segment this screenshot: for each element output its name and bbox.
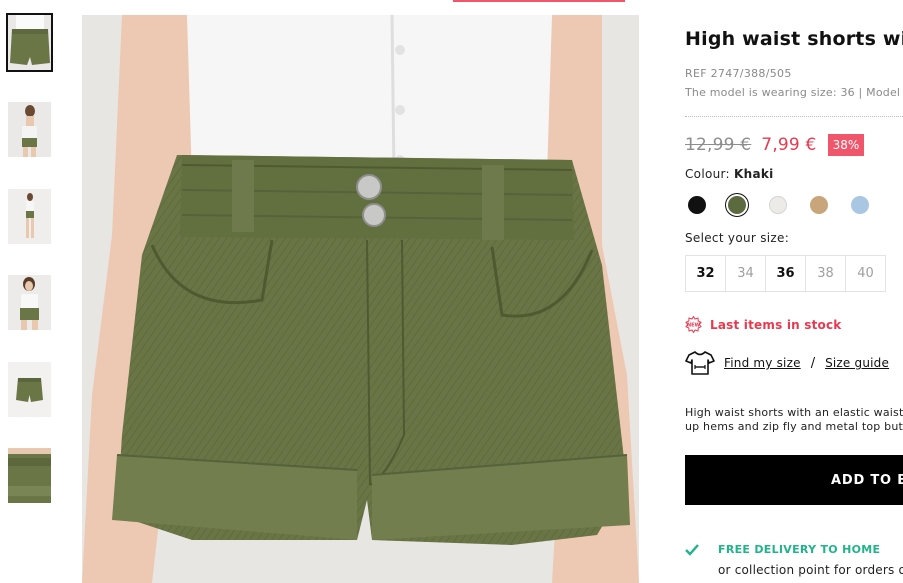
- size-option-38[interactable]: 38: [805, 255, 846, 292]
- thumbnail-flat-lay[interactable]: [8, 362, 51, 417]
- main-product-image[interactable]: [82, 15, 639, 583]
- add-to-bag-button[interactable]: ADD TO BA: [685, 455, 903, 505]
- description-line: High waist shorts with an elastic waist: [685, 406, 903, 419]
- thumbnail-detail[interactable]: [8, 448, 51, 503]
- sale-price: 7,99 €: [761, 135, 817, 155]
- product-info-panel: High waist shorts with e REF 2747/388/50…: [685, 0, 903, 583]
- new-badge-icon: NEW: [685, 316, 702, 333]
- product-photo: [82, 15, 639, 583]
- size-guide-link[interactable]: Size guide: [825, 356, 889, 370]
- selected-colour-name: Khaki: [734, 167, 774, 181]
- fit-links: Find my size / Size guide: [685, 350, 889, 376]
- thumbnail-front-closeup[interactable]: [6, 13, 53, 72]
- thumbnail-image: [8, 448, 51, 503]
- size-option-32[interactable]: 32: [685, 255, 726, 292]
- colour-swatch-white[interactable]: [769, 196, 787, 214]
- price-row: 12,99 € 7,99 € 38%: [685, 134, 865, 156]
- colour-swatch-black[interactable]: [688, 196, 706, 214]
- thumbnail-image: [8, 102, 51, 157]
- stock-status: NEW Last items in stock: [685, 316, 841, 333]
- model-size-info: The model is wearing size: 36 | Model h: [685, 86, 903, 99]
- find-my-size-link[interactable]: Find my size: [724, 356, 801, 370]
- divider: [685, 116, 903, 117]
- delivery-subtitle: or collection point for orders o: [718, 563, 903, 577]
- colour-swatches: [685, 193, 903, 215]
- thumbnail-image: [8, 15, 51, 70]
- product-title: High waist shorts with e: [685, 28, 903, 50]
- description-line: up hems and zip fly and metal top butt: [685, 420, 903, 433]
- discount-badge: 38%: [827, 134, 865, 156]
- size-selector: 32 34 36 38 40: [685, 255, 886, 292]
- thumbnail-full-body[interactable]: [8, 189, 51, 244]
- thumbnail-torso[interactable]: [8, 275, 51, 330]
- thumbnail-image: [8, 189, 51, 244]
- thumbnail-image: [8, 362, 51, 417]
- colour-swatch-light-blue[interactable]: [851, 196, 869, 214]
- delivery-title: FREE DELIVERY TO HOME: [718, 543, 881, 556]
- stock-status-text: Last items in stock: [710, 317, 842, 332]
- product-reference: REF 2747/388/505: [685, 67, 792, 80]
- thumbnail-back-view[interactable]: [8, 102, 51, 157]
- original-price: 12,99 €: [685, 135, 752, 155]
- size-option-36[interactable]: 36: [765, 255, 806, 292]
- thumbnail-image: [8, 275, 51, 330]
- colour-label-text: Colour:: [685, 167, 730, 181]
- colour-swatch-camel[interactable]: [810, 196, 828, 214]
- top-accent-bar: [453, 0, 625, 2]
- size-label: Select your size:: [685, 231, 790, 245]
- size-option-34[interactable]: 34: [725, 255, 766, 292]
- size-option-40[interactable]: 40: [845, 255, 886, 292]
- svg-text:NEW: NEW: [687, 323, 701, 329]
- check-icon: [685, 544, 699, 556]
- tshirt-size-icon: [685, 351, 715, 375]
- colour-label: Colour: Khaki: [685, 167, 774, 181]
- product-description: High waist shorts with an elastic waist …: [685, 406, 903, 434]
- link-separator: /: [810, 355, 816, 371]
- colour-swatch-khaki[interactable]: [728, 196, 746, 214]
